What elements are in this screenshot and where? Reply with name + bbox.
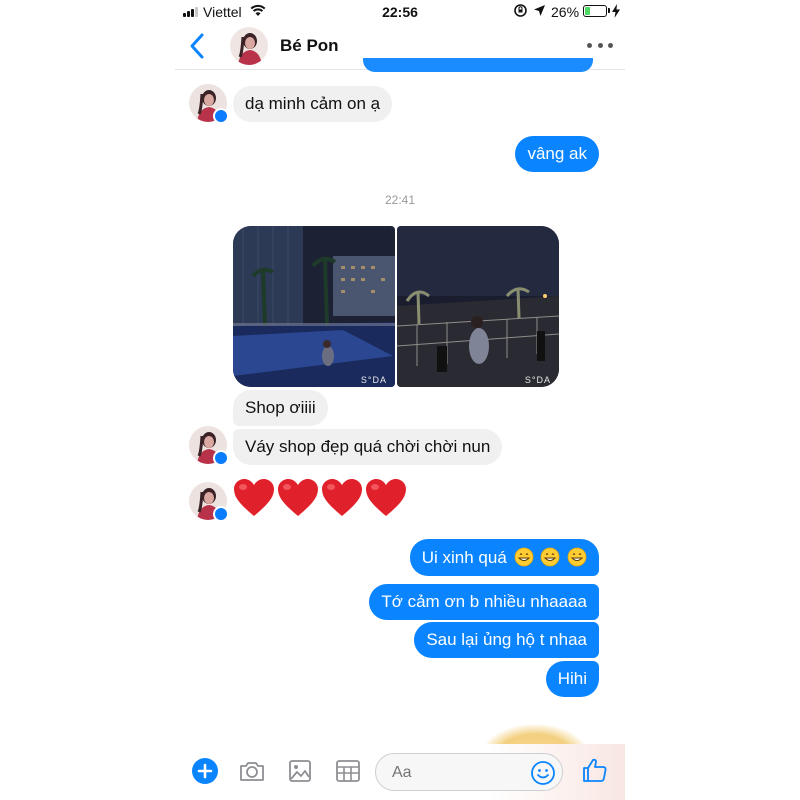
messenger-badge-icon	[213, 506, 229, 522]
gallery-icon[interactable]	[286, 757, 314, 785]
photo-attachment[interactable]: S°DA	[233, 226, 395, 387]
message-outgoing[interactable]: Sau lại ủng hộ t nhaa	[414, 622, 599, 658]
photo-watermark: S°DA	[360, 375, 387, 385]
battery-percent: 26%	[551, 4, 580, 20]
grin-emoji-icon	[514, 547, 533, 567]
orientation-lock-icon	[514, 4, 527, 17]
status-bar: Viettel 22:56 26%	[175, 0, 625, 24]
message-outgoing[interactable]: Tớ cảm ơn b nhiều nhaaaa	[369, 584, 599, 620]
message-text: Ui xinh quá	[421, 548, 507, 567]
message-outgoing[interactable]: vâng ak	[515, 136, 599, 172]
previous-message-bubble	[363, 58, 593, 72]
photo-attachment[interactable]: S°DA	[397, 226, 559, 387]
battery-icon	[583, 5, 607, 17]
messenger-screen: Viettel 22:56 26% Bé Pon dạ minh cảm on …	[175, 0, 625, 800]
message-input[interactable]	[392, 764, 512, 782]
message-hearts[interactable]	[233, 478, 407, 518]
sticker-icon[interactable]	[334, 757, 362, 785]
messenger-badge-icon	[213, 450, 229, 466]
message-incoming[interactable]: Shop ơiiii	[233, 390, 328, 426]
heart-icon	[234, 479, 274, 516]
message-outgoing[interactable]: Hihi	[545, 661, 599, 697]
location-icon	[534, 5, 545, 16]
contact-name[interactable]: Bé Pon	[280, 36, 339, 56]
camera-icon[interactable]	[238, 757, 266, 785]
message-outgoing[interactable]: Ui xinh quá	[409, 539, 599, 576]
photo-watermark: S°DA	[524, 375, 551, 385]
sender-avatar[interactable]	[189, 84, 229, 124]
messenger-badge-icon	[213, 108, 229, 124]
more-dots-icon[interactable]	[587, 36, 613, 54]
grin-emoji-icon	[567, 547, 587, 567]
contact-avatar[interactable]	[230, 27, 268, 65]
message-composer	[175, 744, 625, 800]
grin-emoji-icon	[540, 547, 560, 567]
message-input-box[interactable]	[375, 753, 563, 791]
smiley-icon[interactable]	[530, 760, 556, 786]
heart-icon	[278, 479, 318, 516]
back-chevron-icon[interactable]	[187, 32, 207, 60]
message-timestamp: 22:41	[384, 193, 416, 207]
sender-avatar[interactable]	[189, 482, 229, 522]
sender-avatar[interactable]	[189, 426, 229, 466]
message-incoming[interactable]: Váy shop đẹp quá chời chời nun	[233, 429, 503, 465]
battery-cap	[608, 8, 610, 13]
charging-bolt-icon	[612, 4, 620, 18]
heart-icon	[366, 479, 406, 516]
plus-icon[interactable]	[191, 757, 219, 785]
message-incoming[interactable]: dạ minh cảm on ạ	[233, 86, 393, 122]
heart-icon	[322, 479, 362, 516]
thumbs-up-icon[interactable]	[581, 756, 609, 784]
